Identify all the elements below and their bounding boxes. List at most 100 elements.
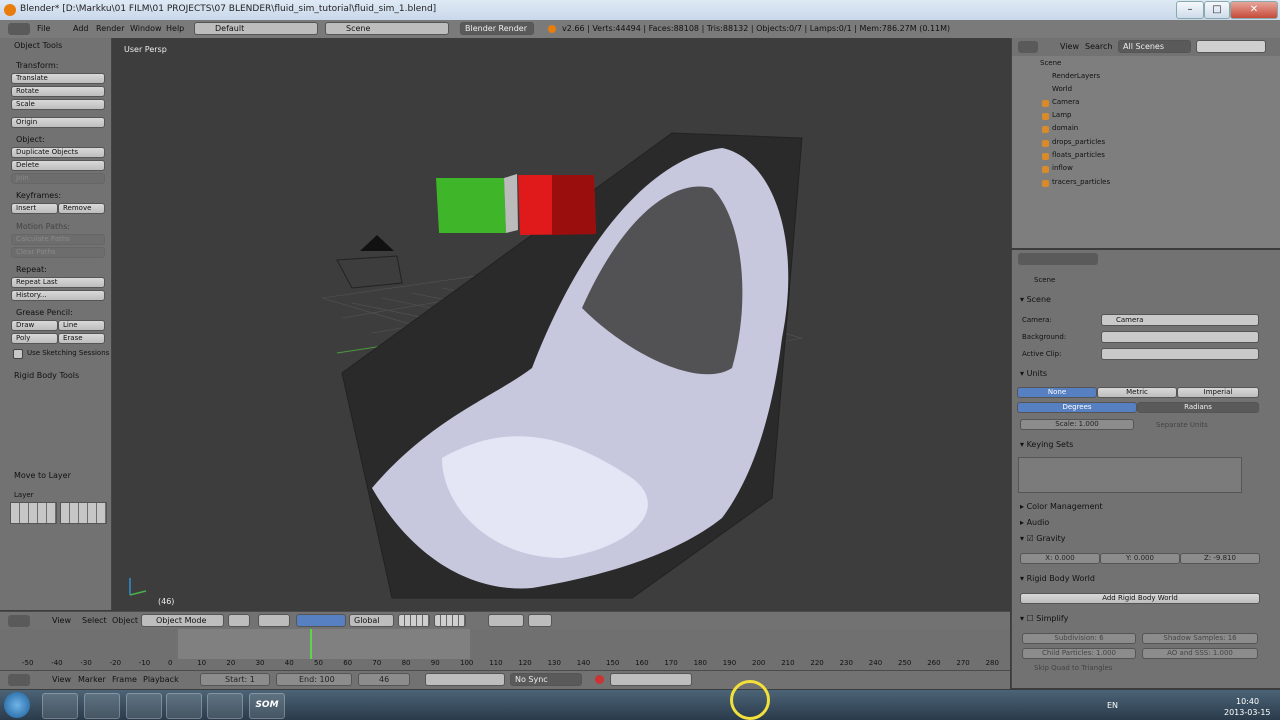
snap-buttons[interactable] (488, 614, 524, 627)
outliner-menu-search[interactable]: Search (1085, 42, 1112, 51)
mode-selector[interactable]: Object Mode (141, 614, 224, 627)
timeline[interactable]: -50 -40 -30 -20 -10 0 10 20 30 40 50 60 70 80 90 100 110… (0, 629, 1010, 670)
poly-button[interactable]: Poly (11, 333, 58, 344)
outliner-item-inflow[interactable]: inflow (1052, 164, 1073, 172)
outliner-editor-icon[interactable] (1018, 41, 1038, 53)
clock-time[interactable]: 10:40 (1236, 697, 1259, 706)
timeline-menu-view[interactable]: View (52, 675, 71, 684)
draw-button[interactable]: Draw (11, 320, 58, 331)
translate-button[interactable]: Translate (11, 73, 105, 84)
layout-selector[interactable]: Default (194, 22, 318, 35)
layers-left[interactable] (398, 614, 430, 627)
language-indicator[interactable]: EN (1107, 701, 1118, 710)
keying-sets-panel-header[interactable]: ▾ Keying Sets (1020, 440, 1073, 449)
render-buttons[interactable] (528, 614, 552, 627)
outliner-item-world[interactable]: World (1052, 85, 1072, 93)
shading-selector[interactable] (228, 614, 250, 627)
outliner-item-floats[interactable]: floats_particles (1052, 151, 1105, 159)
scene-selector[interactable]: Scene (325, 22, 449, 35)
timeline-menu-playback[interactable]: Playback (143, 675, 179, 684)
manipulator-buttons[interactable] (296, 614, 346, 627)
record-icon[interactable] (595, 675, 604, 684)
menu-help[interactable]: Help (166, 24, 184, 33)
outliner-menu-view[interactable]: View (1060, 42, 1079, 51)
audio-panel-header[interactable]: ▸ Audio (1020, 518, 1049, 527)
duplicate-objects-button[interactable]: Duplicate Objects (11, 147, 105, 158)
menu-file[interactable]: File (37, 24, 50, 33)
color-management-panel-header[interactable]: ▸ Color Management (1020, 502, 1103, 511)
layer-grid-left[interactable] (10, 502, 57, 524)
editor-type-icon[interactable] (8, 23, 30, 35)
app-icon[interactable] (166, 693, 202, 719)
outliner-search-input[interactable] (1196, 40, 1266, 53)
render-engine-selector[interactable]: Blender Render (460, 22, 534, 35)
outliner-item-camera[interactable]: Camera (1052, 98, 1079, 106)
sync-selector[interactable]: No Sync (510, 673, 582, 686)
menu-window[interactable]: Window (130, 24, 162, 33)
chrome-icon[interactable] (126, 693, 162, 719)
menu-add[interactable]: Add (73, 24, 89, 33)
history-button[interactable]: History... (11, 290, 105, 301)
timeline-editor-icon[interactable] (8, 674, 30, 686)
gravity-z-field[interactable]: Z: -9.810 (1180, 553, 1260, 564)
radians-button[interactable]: Radians (1137, 402, 1259, 413)
timeline-menu-marker[interactable]: Marker (78, 675, 106, 684)
rotate-button[interactable]: Rotate (11, 86, 105, 97)
orientation-selector[interactable]: Global (349, 614, 394, 627)
end-frame-field[interactable]: End: 100 (276, 673, 352, 686)
menu-object[interactable]: Object (112, 616, 138, 625)
layers-right[interactable] (434, 614, 466, 627)
menu-view[interactable]: View (52, 616, 71, 625)
subdivision-field[interactable]: Subdivision: 6 (1022, 633, 1136, 644)
units-imperial-button[interactable]: Imperial (1177, 387, 1259, 398)
maximize-button[interactable]: □ (1204, 1, 1230, 19)
start-frame-field[interactable]: Start: 1 (200, 673, 270, 686)
keying-sets-list[interactable] (1018, 457, 1242, 493)
simplify-panel-header[interactable]: ▾ ☐ Simplify (1020, 614, 1068, 623)
outliner-item-renderlayers[interactable]: RenderLayers (1052, 72, 1100, 80)
3d-viewport[interactable]: User Persp (46) (112, 38, 1010, 610)
units-none-button[interactable]: None (1017, 387, 1097, 398)
menu-render[interactable]: Render (96, 24, 124, 33)
current-frame-field[interactable]: 46 (358, 673, 410, 686)
delete-button[interactable]: Delete (11, 160, 105, 171)
insert-keyframe-button[interactable]: Insert (11, 203, 58, 214)
outliner-item-tracers[interactable]: tracers_particles (1052, 178, 1110, 186)
add-rigid-body-world-button[interactable]: Add Rigid Body World (1020, 593, 1260, 604)
blender-taskbar-icon[interactable] (207, 693, 243, 719)
layer-grid-right[interactable] (60, 502, 107, 524)
timeline-menu-frame[interactable]: Frame (112, 675, 137, 684)
skip-quad-checkbox[interactable]: Skip Quad to Triangles (1034, 664, 1112, 672)
calculate-paths-button[interactable]: Calculate Paths (11, 234, 105, 245)
separate-units-checkbox[interactable]: Separate Units (1156, 421, 1208, 429)
som-app-icon[interactable]: SOM (249, 693, 285, 719)
camera-field[interactable]: Camera (1101, 314, 1259, 326)
scene-panel-header[interactable]: ▾ Scene (1020, 295, 1051, 304)
menu-select[interactable]: Select (82, 616, 107, 625)
gravity-y-field[interactable]: Y: 0.000 (1100, 553, 1180, 564)
gravity-panel-header[interactable]: ▾ ☑ Gravity (1020, 534, 1066, 543)
background-field[interactable] (1101, 331, 1259, 343)
sketching-checkbox[interactable] (13, 349, 23, 359)
gravity-x-field[interactable]: X: 0.000 (1020, 553, 1100, 564)
unit-scale-field[interactable]: Scale: 1.000 (1020, 419, 1134, 430)
degrees-button[interactable]: Degrees (1017, 402, 1137, 413)
units-metric-button[interactable]: Metric (1097, 387, 1177, 398)
erase-button[interactable]: Erase (58, 333, 105, 344)
media-player-icon[interactable] (42, 693, 78, 719)
child-particles-field[interactable]: Child Particles: 1.000 (1022, 648, 1136, 659)
outliner-item-domain[interactable]: domain (1052, 124, 1078, 132)
object-tools-title[interactable]: Object Tools (14, 41, 62, 50)
units-panel-header[interactable]: ▾ Units (1020, 369, 1047, 378)
outliner-item-drops[interactable]: drops_particles (1052, 138, 1105, 146)
outliner-item-lamp[interactable]: Lamp (1052, 111, 1071, 119)
properties-tabs[interactable] (1018, 253, 1098, 265)
rigid-body-tools-panel[interactable]: Rigid Body Tools (14, 371, 79, 380)
pivot-selector[interactable] (258, 614, 290, 627)
close-button[interactable]: ✕ (1230, 1, 1278, 19)
repeat-last-button[interactable]: Repeat Last (11, 277, 105, 288)
ao-sss-field[interactable]: AO and SSS: 1.000 (1142, 648, 1258, 659)
join-button[interactable]: Join (11, 173, 105, 184)
minimize-button[interactable]: – (1176, 1, 1204, 19)
explorer-icon[interactable] (84, 693, 120, 719)
